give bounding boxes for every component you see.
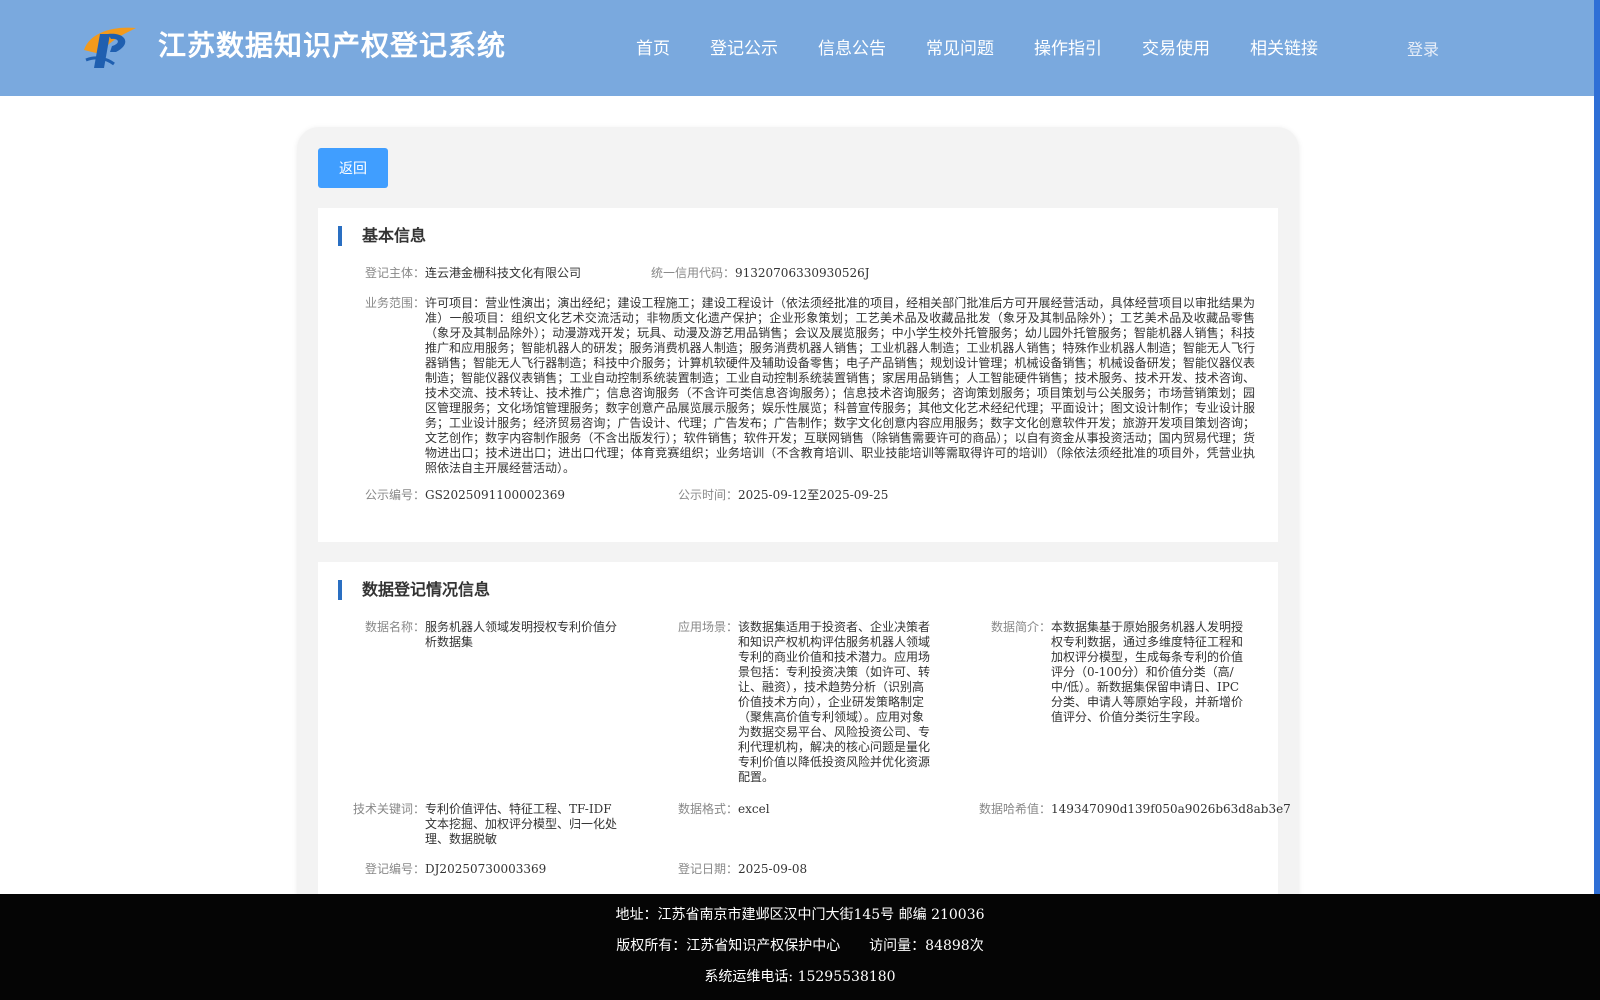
detail-card: 返回 基本信息 登记主体： 连云港金栅科技文化有限公司 统一信用代码： 9132… (297, 127, 1299, 922)
nav-trade-use[interactable]: 交易使用 (1142, 34, 1210, 59)
publicity-time-value: 2025-09-12至2025-09-25 (738, 488, 889, 502)
nav-announcements[interactable]: 信息公告 (818, 34, 886, 59)
scrollbar[interactable] (1594, 0, 1600, 894)
page: 江苏数据知识产权登记系统 首页 登记公示 信息公告 常见问题 操作指引 交易使用… (0, 0, 1600, 1000)
registration-date-label: 登记日期： (677, 862, 738, 876)
data-format-label: 数据格式： (677, 802, 738, 816)
footer-phone: 系统运维电话: 15295538180 (704, 969, 896, 985)
data-intro-field: 数据简介： 本数据集基于原始服务机器人发明授权专利数据，通过多维度特征工程和加权… (944, 620, 1278, 730)
data-name-label: 数据名称： (364, 620, 425, 634)
footer-address: 地址：江苏省南京市建邺区汉中门大街145号 邮编 210036 (615, 907, 985, 923)
back-button[interactable]: 返回 (318, 148, 388, 188)
data-registration-panel: 数据登记情况信息 数据名称： 服务机器人领域发明授权专利价值分析数据集 应用场景… (318, 562, 1291, 922)
data-format-value: excel (738, 802, 770, 816)
application-scene-label: 应用场景： (677, 620, 738, 634)
nav-related-links[interactable]: 相关链接 (1250, 34, 1318, 59)
site-logo-icon (84, 27, 136, 68)
nav-operation-guide[interactable]: 操作指引 (1034, 34, 1102, 59)
site-header: 江苏数据知识产权登记系统 首页 登记公示 信息公告 常见问题 操作指引 交易使用… (0, 0, 1594, 96)
nav-faq[interactable]: 常见问题 (926, 34, 994, 59)
business-scope-field: 业务范围： 许可项目：营业性演出；演出经纪；建设工程施工；建设工程设计（依法须经… (318, 296, 1278, 476)
credit-code-field: 统一信用代码： 91320706330930526J (318, 266, 1278, 282)
data-name-field: 数据名称： 服务机器人领域发明授权专利价值分析数据集 (318, 620, 638, 660)
footer-copyright: 版权所有：江苏省知识产权保护中心 (616, 938, 841, 954)
application-scene-field: 应用场景： 该数据集适用于投资者、企业决策者和知识产权机构评估服务机器人领域专利… (631, 620, 951, 790)
footer-copyright-line: 版权所有：江苏省知识产权保护中心 访问量：84898次 (0, 935, 1600, 955)
login-link[interactable]: 登录 (1407, 36, 1439, 60)
main-nav: 首页 登记公示 信息公告 常见问题 操作指引 交易使用 相关链接 (636, 34, 1358, 59)
registration-number-field: 登记编号： DJ20250730003369 (318, 862, 638, 878)
site-title: 江苏数据知识产权登记系统 (158, 29, 507, 62)
site-footer: 地址：江苏省南京市建邺区汉中门大街145号 邮编 210036 版权所有：江苏省… (0, 894, 1600, 1000)
application-scene-value: 该数据集适用于投资者、企业决策者和知识产权机构评估服务机器人领域专利的商业价值和… (738, 620, 931, 784)
registration-date-field: 登记日期： 2025-09-08 (631, 862, 951, 878)
registration-date-value: 2025-09-08 (738, 862, 808, 876)
tech-keywords-value: 专利价值评估、特征工程、TF-IDF文本挖掘、加权评分模型、归一化处理、数据脱敏 (425, 802, 618, 846)
publicity-time-label: 公示时间： (677, 488, 738, 502)
registration-number-label: 登记编号： (364, 862, 425, 876)
tech-keywords-label: 技术关键词： (352, 802, 425, 816)
publicity-time-field: 公示时间： 2025-09-12至2025-09-25 (318, 488, 1278, 504)
data-registration-title: 数据登记情况信息 (338, 580, 490, 600)
data-name-value: 服务机器人领域发明授权专利价值分析数据集 (425, 620, 618, 649)
data-hash-label: 数据哈希值： (978, 802, 1051, 816)
data-format-field: 数据格式： excel (631, 802, 951, 818)
basic-info-title: 基本信息 (338, 226, 426, 246)
data-hash-value: 149347090d139f050a9026b63d8ab3e7 (1051, 802, 1291, 816)
footer-visits: 访问量：84898次 (869, 938, 984, 954)
credit-code-value: 91320706330930526J (735, 266, 870, 280)
registration-number-value: DJ20250730003369 (425, 862, 547, 876)
business-scope-value: 许可项目：营业性演出；演出经纪；建设工程施工；建设工程设计（依法须经批准的项目，… (425, 296, 1255, 475)
data-hash-field: 数据哈希值： 149347090d139f050a9026b63d8ab3e7 (944, 802, 1291, 818)
tech-keywords-field: 技术关键词： 专利价值评估、特征工程、TF-IDF文本挖掘、加权评分模型、归一化… (318, 802, 638, 852)
data-intro-label: 数据简介： (990, 620, 1051, 634)
nav-home[interactable]: 首页 (636, 34, 670, 59)
nav-registration-publicity[interactable]: 登记公示 (710, 34, 778, 59)
business-scope-label: 业务范围： (364, 296, 425, 310)
basic-info-panel: 基本信息 登记主体： 连云港金栅科技文化有限公司 统一信用代码： 9132070… (318, 208, 1278, 542)
credit-code-label: 统一信用代码： (650, 266, 735, 280)
data-intro-value: 本数据集基于原始服务机器人发明授权专利数据，通过多维度特征工程和加权评分模型，生… (1051, 620, 1244, 724)
